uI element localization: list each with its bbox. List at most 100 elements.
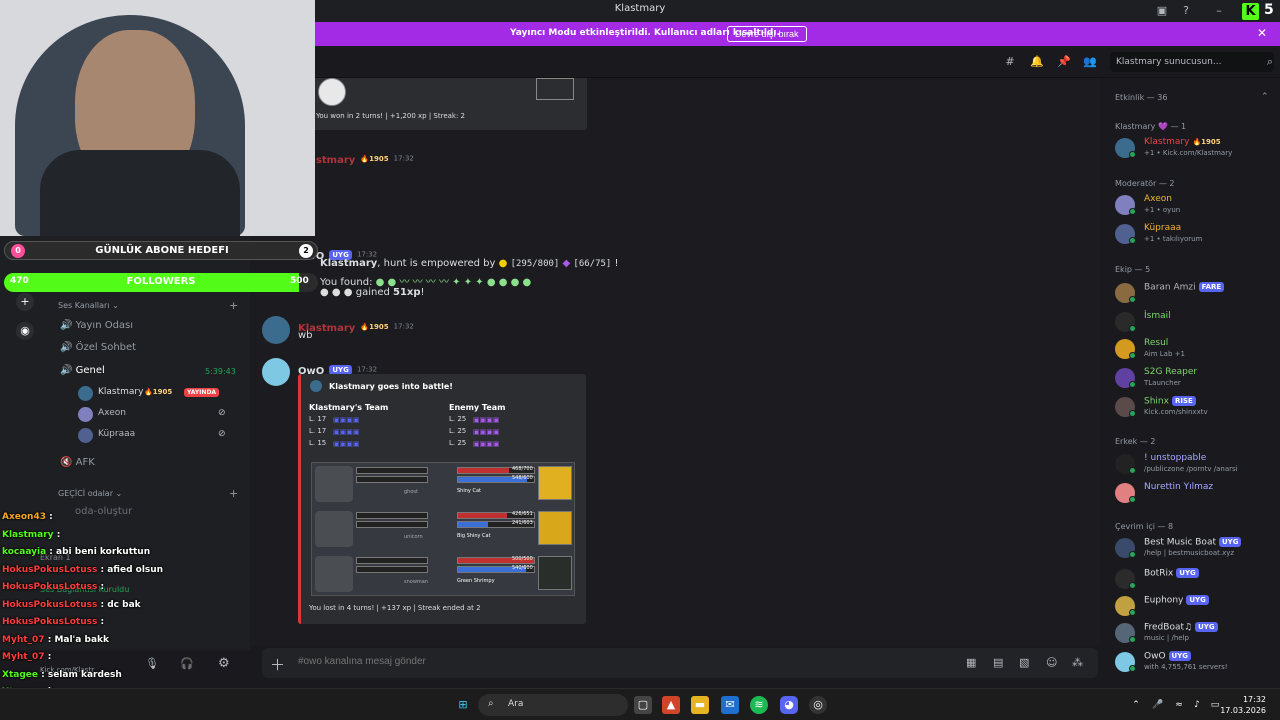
muted-icon: ⊘: [218, 429, 226, 439]
task-view-icon[interactable]: ▢: [634, 696, 652, 714]
kick-chat-user[interactable]: Myht_07: [2, 635, 45, 645]
member-name: Nurettin Yılmaz: [1144, 482, 1214, 492]
member-item[interactable]: Baran Amzi FARE: [1115, 281, 1280, 307]
sticker-icon[interactable]: ▧: [1019, 656, 1029, 669]
member-name-row: ! unstoppable: [1144, 453, 1206, 463]
kick-logo: K: [1242, 3, 1259, 20]
member-item[interactable]: Best Music Boat UYG/help | bestmusicboat.…: [1115, 536, 1280, 562]
disable-streamer-mode-button[interactable]: Devre dışı bırak: [727, 26, 807, 42]
kick-count: 5: [1264, 2, 1274, 18]
avatar[interactable]: [262, 358, 290, 386]
kick-chat-user[interactable]: HokusPokusLotuss: [2, 600, 97, 610]
timestamp: 17:32: [393, 154, 414, 163]
threads-icon[interactable]: #: [1003, 55, 1017, 69]
timestamp: 17:32: [393, 322, 414, 331]
member-item[interactable]: İsmail: [1115, 310, 1280, 336]
members-icon[interactable]: 👥: [1083, 55, 1097, 69]
add-channel-icon[interactable]: +: [229, 299, 238, 312]
member-activity: music | /help: [1144, 634, 1189, 642]
kick-chat-user[interactable]: Xtagee: [2, 670, 38, 680]
flame-badge: 🔥1905: [360, 322, 389, 331]
my-team-title: Klastmary's Team: [309, 403, 389, 412]
member-name: ! unstoppable: [1144, 453, 1207, 463]
status-indicator: [1129, 665, 1136, 672]
kick-chat-separator: :: [97, 564, 108, 575]
kick-chat-text: Mal'a bakk: [54, 634, 109, 645]
minimize-icon[interactable]: –: [1212, 4, 1226, 18]
help-icon[interactable]: ?: [1179, 4, 1193, 18]
kick-chat-user[interactable]: Klastmary: [2, 530, 54, 540]
voice-user[interactable]: Klastmary 🔥1905 YAYINDA: [78, 384, 248, 404]
close-icon[interactable]: ✕: [1257, 26, 1267, 40]
voice-channel-active[interactable]: 🔊 Genel: [60, 365, 105, 376]
message-input[interactable]: [298, 656, 758, 667]
search-icon[interactable]: ⌕: [1263, 55, 1277, 69]
spotify-icon[interactable]: ≋: [750, 696, 768, 714]
bell-icon[interactable]: 🔔: [1030, 55, 1044, 69]
member-item[interactable]: Resul Aim Lab +1: [1115, 337, 1280, 363]
windows-start-icon[interactable]: ⊞: [454, 696, 472, 714]
apps-icon[interactable]: ⁂: [1072, 656, 1083, 669]
member-name: Shinx: [1144, 396, 1169, 407]
member-item[interactable]: FredBoat♫ UYG music | /help: [1115, 621, 1280, 647]
member-tag: UYG: [1218, 537, 1242, 547]
taskbar-search[interactable]: Ara: [478, 694, 628, 716]
clock[interactable]: 17:32 17.03.2026: [1220, 694, 1266, 716]
pin-icon[interactable]: 📌: [1057, 55, 1071, 69]
server-search-input[interactable]: Klastmary sunucusun...: [1110, 52, 1274, 72]
plus-icon[interactable]: ＋: [270, 654, 285, 675]
folder-icon[interactable]: ▬: [691, 696, 709, 714]
wp-text: 548/600: [512, 475, 533, 481]
kick-chat-user[interactable]: HokusPokusLotuss: [2, 582, 97, 592]
member-activity: Kick.com/shinxxtv: [1144, 408, 1208, 416]
member-item[interactable]: ! unstoppable/publiczone /porntv /anarsi: [1115, 452, 1280, 478]
member-item[interactable]: S2G Reaper TLauncher: [1115, 366, 1280, 392]
chevron-up-icon[interactable]: ⌃: [1261, 92, 1269, 102]
kick-chat-user[interactable]: kocaayia: [2, 547, 46, 557]
volume-icon[interactable]: ♪: [1188, 696, 1206, 714]
member-tag: UYG: [1186, 595, 1209, 605]
member-item[interactable]: BotRix UYG: [1115, 567, 1280, 593]
member-item[interactable]: Shinx RISE Kick.com/shinxxtv: [1115, 395, 1280, 421]
avatar[interactable]: [262, 316, 290, 344]
voice-user[interactable]: Axeon ⊘: [78, 405, 248, 425]
brave-icon[interactable]: ▲: [662, 696, 680, 714]
voice-channel[interactable]: 🔊 Özel Sohbet: [60, 342, 136, 353]
voice-channel[interactable]: 🔇 AFK: [60, 457, 95, 468]
team-level: L. 25: [449, 415, 467, 423]
inbox-icon[interactable]: ▣: [1155, 4, 1169, 18]
discord-icon[interactable]: ◕: [780, 696, 798, 714]
discover-icon[interactable]: ◉: [16, 322, 34, 340]
mail-icon[interactable]: ✉: [721, 696, 739, 714]
kick-chat-user[interactable]: HokusPokusLotuss: [2, 617, 97, 627]
member-name-row: Shinx RISE: [1144, 396, 1196, 407]
status-indicator: [1129, 609, 1136, 616]
member-activity: /help | bestmusicboat.xyz: [1144, 549, 1235, 557]
kick-chat-separator: :: [97, 599, 108, 610]
member-item[interactable]: Nurettin Yılmaz: [1115, 481, 1280, 507]
gift-icon[interactable]: ▦: [966, 656, 976, 669]
voice-user-name: Klastmary: [98, 387, 144, 397]
hp-text: 500/500: [512, 556, 533, 562]
temp-section-header[interactable]: GEÇİCİ odalar ⌄: [58, 489, 122, 498]
member-item[interactable]: Axeon +1 • oyun: [1115, 193, 1280, 219]
kick-chat-user[interactable]: Myht_07: [2, 652, 45, 662]
gif-icon[interactable]: ▤: [993, 656, 1003, 669]
voice-channel[interactable]: 🔊 Yayın Odası: [60, 320, 133, 331]
member-item[interactable]: Küpraaa +1 • takılıyorum: [1115, 222, 1280, 248]
team-level: L. 25: [449, 427, 467, 435]
member-name: OwO: [1144, 651, 1166, 662]
member-item[interactable]: Klastmary 🔥1905 +1 • Kick.com/Klastmary: [1115, 136, 1280, 162]
member-item[interactable]: OwO UYG with 4,755,761 servers!: [1115, 650, 1280, 676]
microphone-icon[interactable]: 🎤: [1149, 696, 1167, 714]
emoji-icon[interactable]: ☺: [1046, 656, 1057, 669]
add-channel-icon[interactable]: +: [229, 487, 238, 500]
chevron-up-icon[interactable]: ⌃: [1127, 696, 1145, 714]
voice-section-header[interactable]: Ses Kanalları ⌄: [58, 301, 119, 310]
member-item[interactable]: Euphony UYG: [1115, 594, 1280, 620]
voice-user[interactable]: Küpraaa ⊘: [78, 426, 248, 446]
wifi-icon[interactable]: ≈: [1170, 696, 1188, 714]
kick-chat-user[interactable]: HokusPokusLotuss: [2, 565, 97, 575]
kick-chat-user[interactable]: Axeon43: [2, 512, 46, 522]
app-icon[interactable]: ◎: [809, 696, 827, 714]
